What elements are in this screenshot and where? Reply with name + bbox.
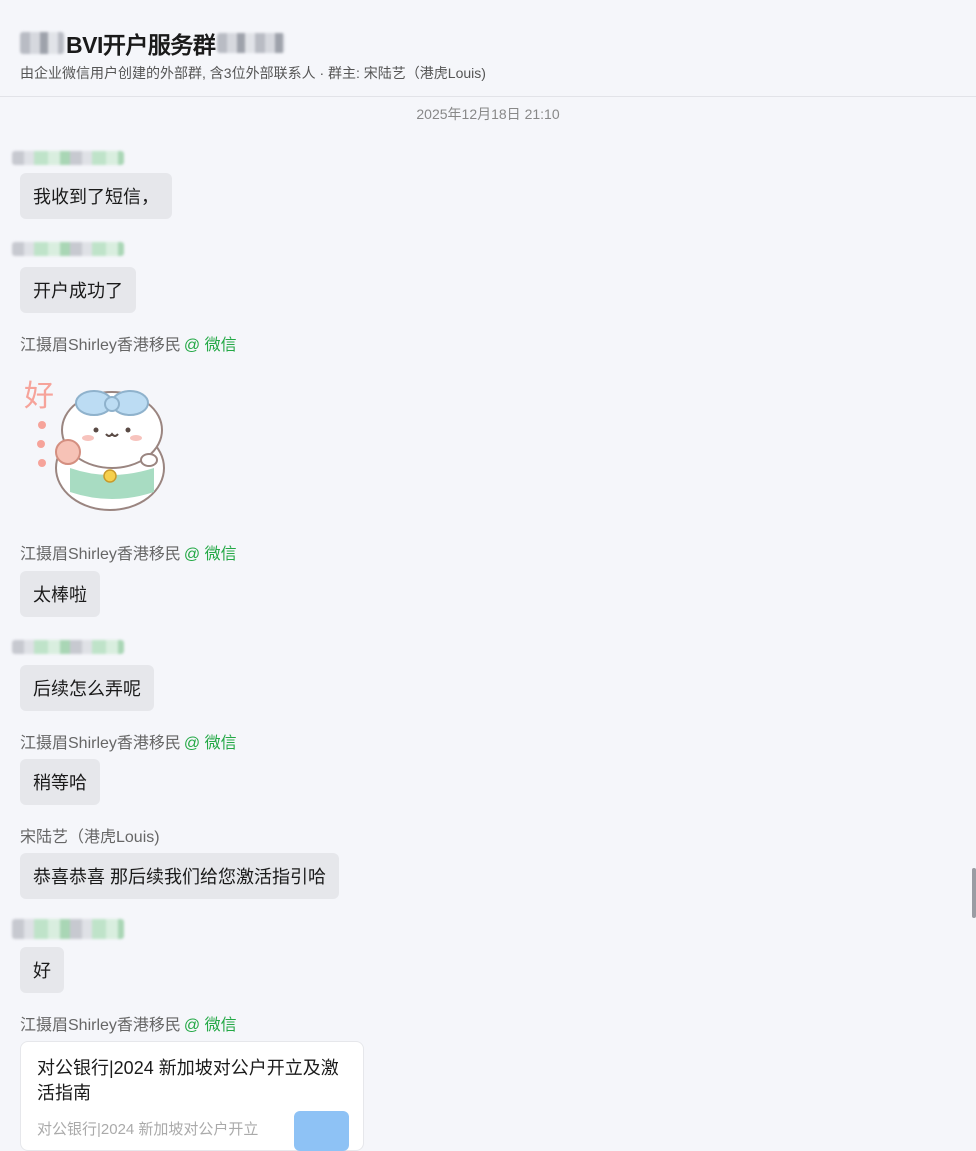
sticker-label: 好 <box>24 379 54 414</box>
redacted-group-prefix <box>20 32 64 54</box>
message-bubble[interactable]: 好 <box>20 947 64 993</box>
redacted-sender <box>12 919 124 939</box>
chat-header: BVI开户服务群 由企业微信用户创建的外部群, 含3位外部联系人 · 群主: 宋… <box>0 0 976 97</box>
wechat-tag: @ 微信 <box>183 735 237 752</box>
wechat-tag: @ 微信 <box>183 1017 237 1034</box>
link-description: 对公银行|2024 新加坡对公户开立 <box>37 1121 259 1138</box>
sender-name-redacted <box>12 637 124 657</box>
sender-name-redacted <box>12 148 124 168</box>
message-timestamp: 2025年12月18日 21:10 <box>416 106 560 122</box>
chat-title-row: BVI开户服务群 <box>20 26 286 60</box>
sender-name: 宋陆艺（港虎Louis) <box>20 825 160 846</box>
message-bubble[interactable]: 太棒啦 <box>20 571 100 617</box>
redacted-sender <box>12 640 124 654</box>
redacted-sender <box>12 242 124 256</box>
link-title: 对公银行|2024 新加坡对公户开立及激活指南 <box>37 1058 339 1103</box>
sender-name-label: 江摄眉Shirley香港移民 <box>20 546 181 563</box>
sender-name-label: 江摄眉Shirley香港移民 <box>20 337 181 354</box>
sender-name-label: 江摄眉Shirley香港移民 <box>20 1017 181 1034</box>
message-bubble[interactable]: 我收到了短信， <box>20 173 172 219</box>
sender-name-label: 宋陆艺（港虎Louis) <box>20 829 160 846</box>
wechat-tag: @ 微信 <box>183 337 237 354</box>
sticker-image[interactable]: 好 <box>22 368 177 516</box>
sender-name-redacted <box>12 239 124 259</box>
sender-name: 江摄眉Shirley香港移民 @ 微信 <box>20 542 237 563</box>
scrollbar-handle[interactable] <box>972 868 976 918</box>
sender-name-label: 江摄眉Shirley香港移民 <box>20 735 181 752</box>
message-bubble[interactable]: 开户成功了 <box>20 267 136 313</box>
redacted-group-suffix <box>217 33 286 53</box>
redacted-sender <box>12 151 124 165</box>
chat-title[interactable]: BVI开户服务群 <box>66 26 216 60</box>
wechat-tag: @ 微信 <box>183 546 237 563</box>
chat-subtitle: 由企业微信用户创建的外部群, 含3位外部联系人 · 群主: 宋陆艺（港虎Loui… <box>20 65 486 81</box>
sender-name: 江摄眉Shirley香港移民 @ 微信 <box>20 731 237 752</box>
link-thumbnail <box>294 1111 349 1151</box>
message-bubble[interactable]: 恭喜恭喜 那后续我们给您激活指引哈 <box>20 853 339 899</box>
message-bubble[interactable]: 稍等哈 <box>20 759 100 805</box>
message-bubble[interactable]: 后续怎么弄呢 <box>20 665 154 711</box>
sender-name: 江摄眉Shirley香港移民 @ 微信 <box>20 1013 237 1034</box>
link-card[interactable]: 对公银行|2024 新加坡对公户开立及激活指南 对公银行|2024 新加坡对公户… <box>20 1041 364 1151</box>
cat-sticker-icon: 好 <box>24 379 165 511</box>
sender-name: 江摄眉Shirley香港移民 @ 微信 <box>20 333 237 354</box>
sender-name-redacted <box>12 919 124 939</box>
